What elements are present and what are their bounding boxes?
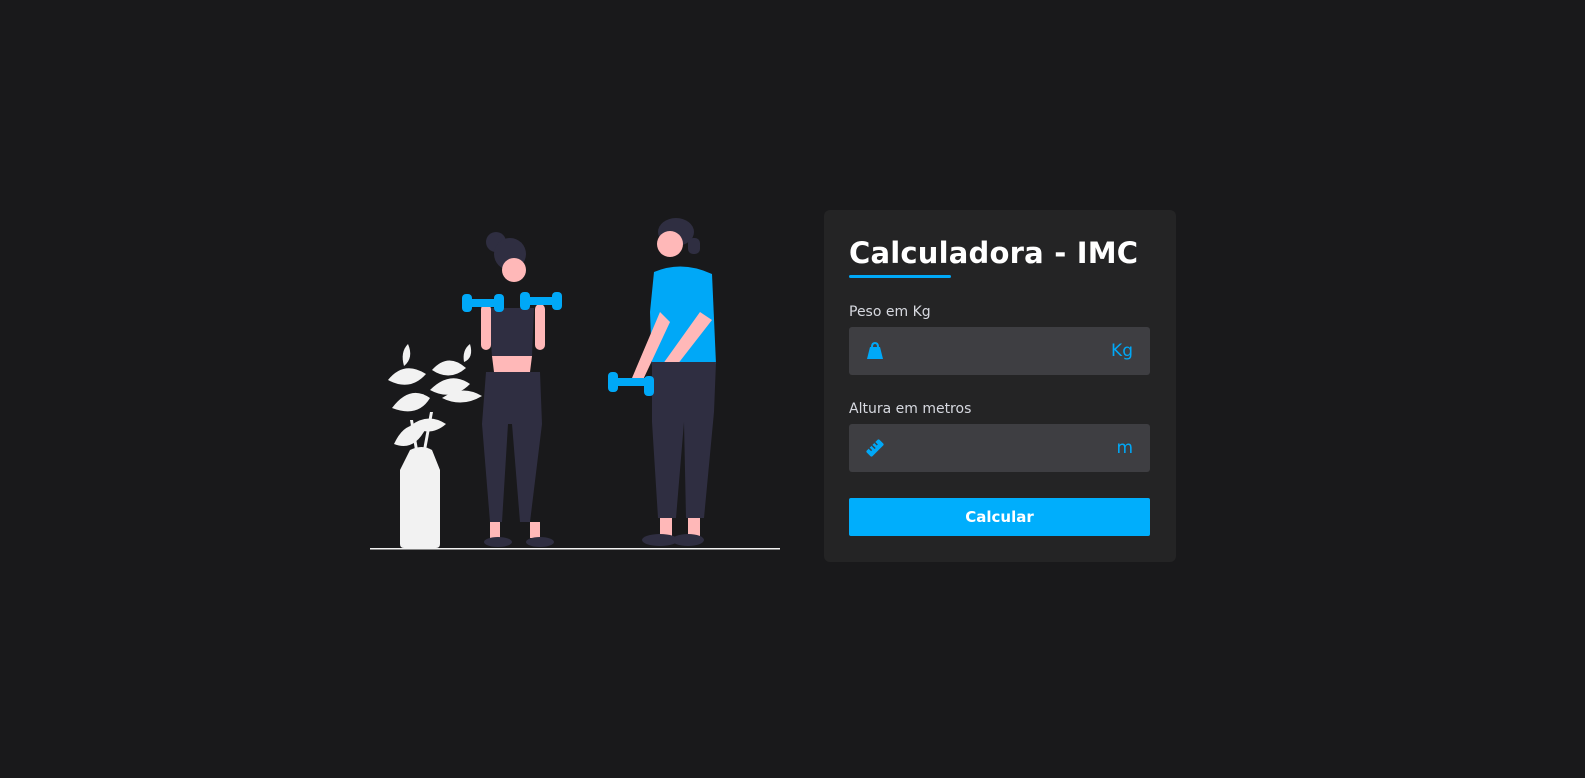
calculate-button[interactable]: Calcular bbox=[849, 498, 1150, 536]
weight-unit: Kg bbox=[1111, 341, 1133, 361]
height-unit: m bbox=[1116, 438, 1133, 458]
weight-input[interactable] bbox=[897, 327, 1097, 375]
title-underline bbox=[849, 275, 951, 278]
weight-label: Peso em Kg bbox=[849, 304, 931, 320]
plant-illustration bbox=[388, 344, 482, 548]
ruler-icon bbox=[866, 439, 884, 457]
page-title: Calculadora - IMC bbox=[849, 236, 1139, 270]
height-label: Altura em metros bbox=[849, 401, 972, 417]
height-field[interactable]: m bbox=[849, 424, 1150, 472]
woman-figure bbox=[462, 232, 562, 547]
man-figure bbox=[608, 218, 716, 546]
height-input[interactable] bbox=[897, 424, 1097, 472]
workout-illustration bbox=[370, 218, 780, 550]
page: Calculadora - IMC Peso em Kg Kg Altura e… bbox=[0, 0, 1585, 778]
ground-line bbox=[370, 548, 780, 550]
weight-field[interactable]: Kg bbox=[849, 327, 1150, 375]
weight-icon bbox=[867, 341, 883, 359]
imc-calculator-card: Calculadora - IMC Peso em Kg Kg Altura e… bbox=[824, 210, 1176, 562]
